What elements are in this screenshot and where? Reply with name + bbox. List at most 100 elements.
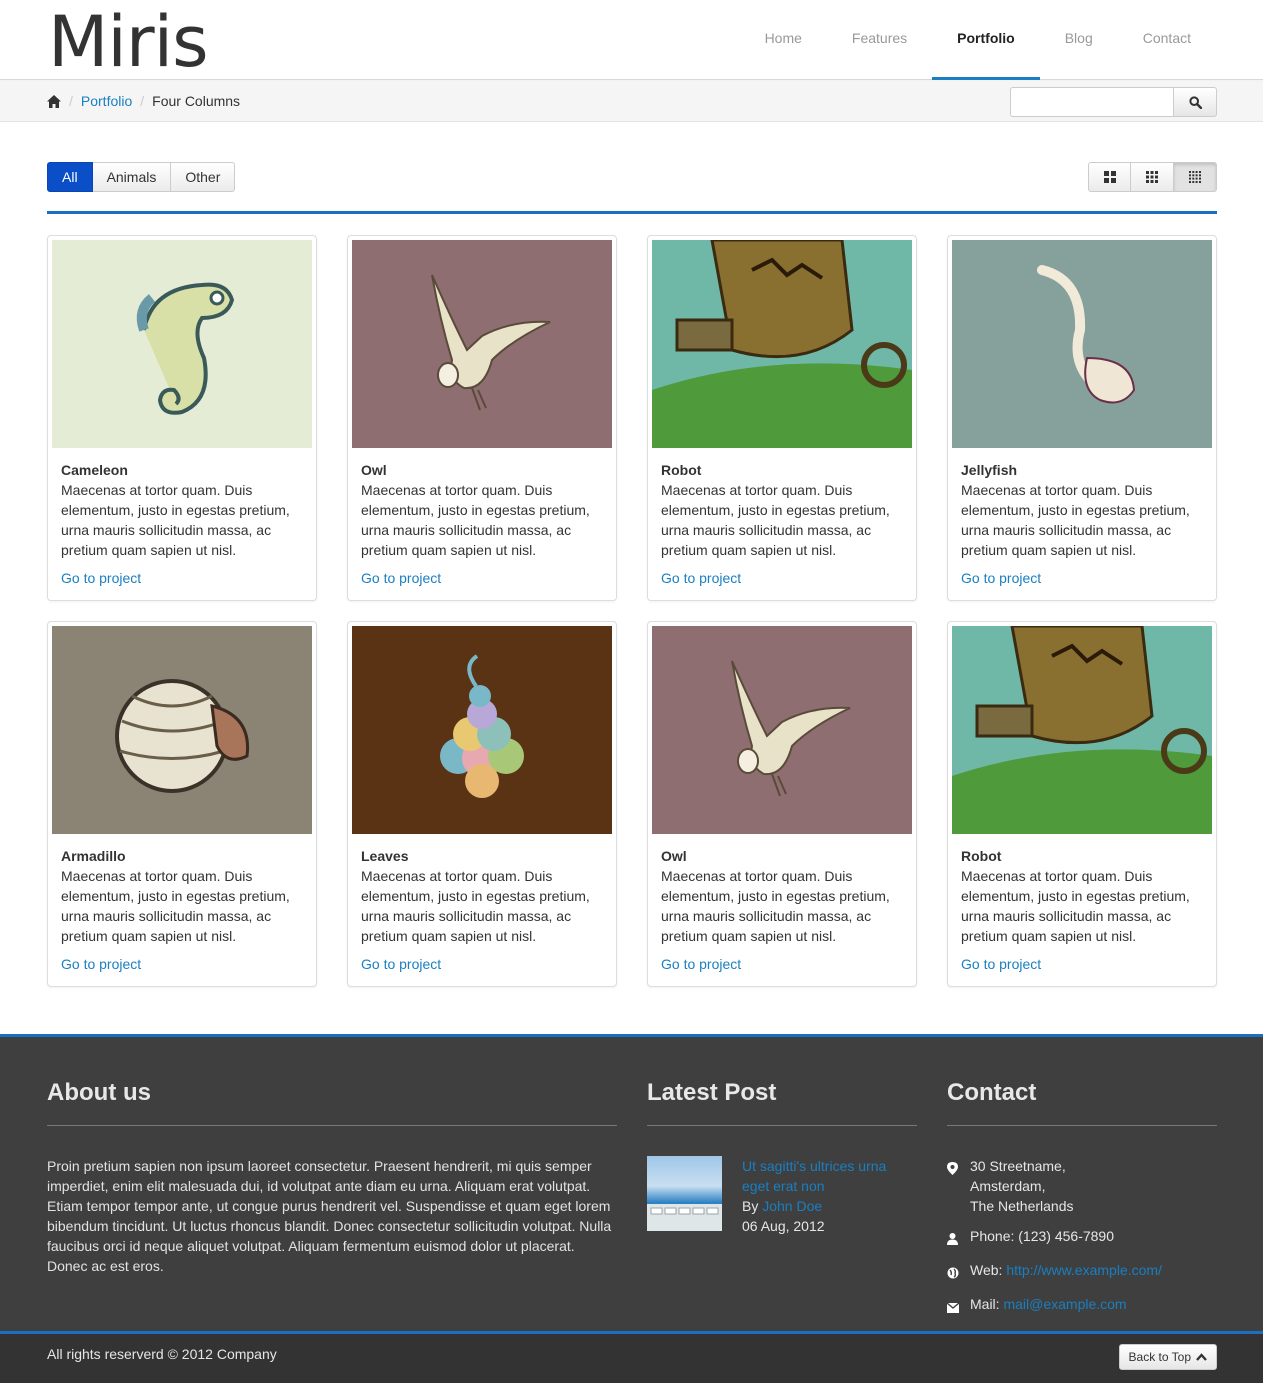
breadcrumb: / Portfolio / Four Columns xyxy=(47,81,240,121)
address-line: Amsterdam, xyxy=(970,1178,1046,1194)
card-description: Maecenas at tortor quam. Duis elementum,… xyxy=(961,868,1190,944)
portfolio-thumbnail[interactable] xyxy=(52,240,312,448)
chevron-up-icon xyxy=(1196,1353,1207,1361)
main-nav: Home Features Portfolio Blog Contact xyxy=(740,0,1216,80)
filter-animals-button[interactable]: Animals xyxy=(92,162,172,192)
card-description: Maecenas at tortor quam. Duis elementum,… xyxy=(661,868,890,944)
go-to-project-link[interactable]: Go to project xyxy=(961,570,1041,586)
latest-post-byline: By John Doe xyxy=(742,1196,917,1216)
view-small-grid-button[interactable] xyxy=(1174,162,1217,192)
home-icon[interactable] xyxy=(47,94,61,108)
phone-value: (123) 456-7890 xyxy=(1018,1228,1115,1244)
footer-about-text: Proin pretium sapien non ipsum laoreet c… xyxy=(47,1158,612,1274)
go-to-project-link[interactable]: Go to project xyxy=(661,570,741,586)
nav-item-blog[interactable]: Blog xyxy=(1040,0,1118,80)
card-title: Robot xyxy=(661,462,702,478)
nav-item-home[interactable]: Home xyxy=(740,0,827,80)
breadcrumb-current: Four Columns xyxy=(152,93,241,109)
portfolio-thumbnail[interactable] xyxy=(52,626,312,834)
latest-post-item: Ut sagitti's ultrices urna eget erat non… xyxy=(647,1156,917,1236)
footer-contact: Contact 30 Streetname, Amsterdam, The Ne… xyxy=(946,1077,1217,1328)
footer-about: About us Proin pretium sapien non ipsum … xyxy=(47,1077,617,1276)
footer-latest-post-title: Latest Post xyxy=(647,1077,917,1126)
latest-post-body: Ut sagitti's ultrices urna eget erat non… xyxy=(742,1156,917,1236)
go-to-project-link[interactable]: Go to project xyxy=(961,956,1041,972)
grid-medium-icon xyxy=(1146,171,1158,183)
card-description: Maecenas at tortor quam. Duis elementum,… xyxy=(361,868,590,944)
back-to-top-label: Back to Top xyxy=(1128,1350,1191,1364)
portfolio-card: Owl Maecenas at tortor quam. Duis elemen… xyxy=(647,621,917,987)
portfolio-card: Leaves Maecenas at tortor quam. Duis ele… xyxy=(347,621,617,987)
nav-item-features[interactable]: Features xyxy=(827,0,932,80)
user-icon xyxy=(947,1226,970,1250)
contact-web: Web: http://www.example.com/ xyxy=(947,1260,1217,1284)
go-to-project-link[interactable]: Go to project xyxy=(361,570,441,586)
search-button[interactable] xyxy=(1173,87,1217,117)
portfolio-thumbnail[interactable] xyxy=(652,240,912,448)
breadcrumb-separator: / xyxy=(69,93,73,109)
globe-icon xyxy=(947,1260,970,1284)
latest-post-by-label: By xyxy=(742,1198,759,1214)
portfolio-thumbnail[interactable] xyxy=(952,626,1212,834)
portfolio-thumbnail[interactable] xyxy=(652,626,912,834)
search-icon xyxy=(1188,95,1202,109)
footer-contact-title: Contact xyxy=(947,1077,1217,1126)
portfolio-card: Robot Maecenas at tortor quam. Duis elem… xyxy=(947,621,1217,987)
web-link[interactable]: http://www.example.com/ xyxy=(1006,1262,1162,1278)
go-to-project-link[interactable]: Go to project xyxy=(361,956,441,972)
filter-all-button[interactable]: All xyxy=(47,162,93,192)
card-title: Owl xyxy=(661,848,687,864)
search-form xyxy=(1010,87,1217,117)
card-title: Robot xyxy=(961,848,1002,864)
portfolio-thumbnail[interactable] xyxy=(352,626,612,834)
contact-address: 30 Streetname, Amsterdam, The Netherland… xyxy=(947,1156,1217,1216)
phone-label: Phone: xyxy=(970,1228,1015,1244)
mail-link[interactable]: mail@example.com xyxy=(1003,1296,1126,1312)
card-title: Leaves xyxy=(361,848,409,864)
card-description: Maecenas at tortor quam. Duis elementum,… xyxy=(61,482,290,558)
filter-other-button[interactable]: Other xyxy=(171,162,236,192)
portfolio-grid: Cameleon Maecenas at tortor quam. Duis e… xyxy=(47,235,1217,987)
card-title: Jellyfish xyxy=(961,462,1018,478)
site-logo[interactable]: Miris xyxy=(48,4,209,80)
portfolio-card: Jellyfish Maecenas at tortor quam. Duis … xyxy=(947,235,1217,601)
latest-post-link[interactable]: Ut sagitti's ultrices urna eget erat non xyxy=(742,1156,917,1196)
latest-post-author-link[interactable]: John Doe xyxy=(762,1198,822,1214)
card-description: Maecenas at tortor quam. Duis elementum,… xyxy=(661,482,890,558)
breadcrumb-portfolio-link[interactable]: Portfolio xyxy=(81,93,132,109)
envelope-icon xyxy=(946,1294,970,1318)
address-line: 30 Streetname, xyxy=(970,1158,1066,1174)
contact-mail: Mail: mail@example.com xyxy=(946,1294,1217,1318)
mail-label: Mail: xyxy=(970,1296,1000,1312)
portfolio-card: Robot Maecenas at tortor quam. Duis elem… xyxy=(647,235,917,601)
breadcrumb-bar: / Portfolio / Four Columns xyxy=(0,81,1263,122)
site-header: Miris Home Features Portfolio Blog Conta… xyxy=(0,0,1263,80)
section-divider xyxy=(47,211,1217,214)
card-title: Owl xyxy=(361,462,387,478)
address-line: The Netherlands xyxy=(970,1198,1074,1214)
go-to-project-link[interactable]: Go to project xyxy=(661,956,741,972)
footer-latest-post: Latest Post Ut sagitti's ultrices urna e… xyxy=(647,1077,917,1236)
latest-post-date: 06 Aug, 2012 xyxy=(742,1218,825,1234)
portfolio-card: Armadillo Maecenas at tortor quam. Duis … xyxy=(47,621,317,987)
view-large-grid-button[interactable] xyxy=(1088,162,1131,192)
view-medium-grid-button[interactable] xyxy=(1131,162,1174,192)
site-footer: About us Proin pretium sapien non ipsum … xyxy=(0,1034,1263,1331)
go-to-project-link[interactable]: Go to project xyxy=(61,570,141,586)
footer-bottom-bar: All rights reserverd © 2012 Company Back… xyxy=(0,1331,1263,1383)
portfolio-thumbnail[interactable] xyxy=(952,240,1212,448)
portfolio-thumbnail[interactable] xyxy=(352,240,612,448)
latest-post-thumbnail[interactable] xyxy=(647,1156,722,1231)
card-title: Armadillo xyxy=(61,848,126,864)
back-to-top-button[interactable]: Back to Top xyxy=(1118,1344,1217,1370)
search-input[interactable] xyxy=(1010,87,1173,117)
view-toggle-group xyxy=(1088,162,1217,192)
grid-large-icon xyxy=(1103,171,1116,183)
web-label: Web: xyxy=(970,1262,1003,1278)
nav-item-portfolio[interactable]: Portfolio xyxy=(932,0,1040,80)
grid-small-icon xyxy=(1189,171,1201,183)
nav-item-contact[interactable]: Contact xyxy=(1118,0,1216,80)
go-to-project-link[interactable]: Go to project xyxy=(61,956,141,972)
map-marker-icon xyxy=(947,1156,970,1216)
footer-about-title: About us xyxy=(47,1077,617,1126)
